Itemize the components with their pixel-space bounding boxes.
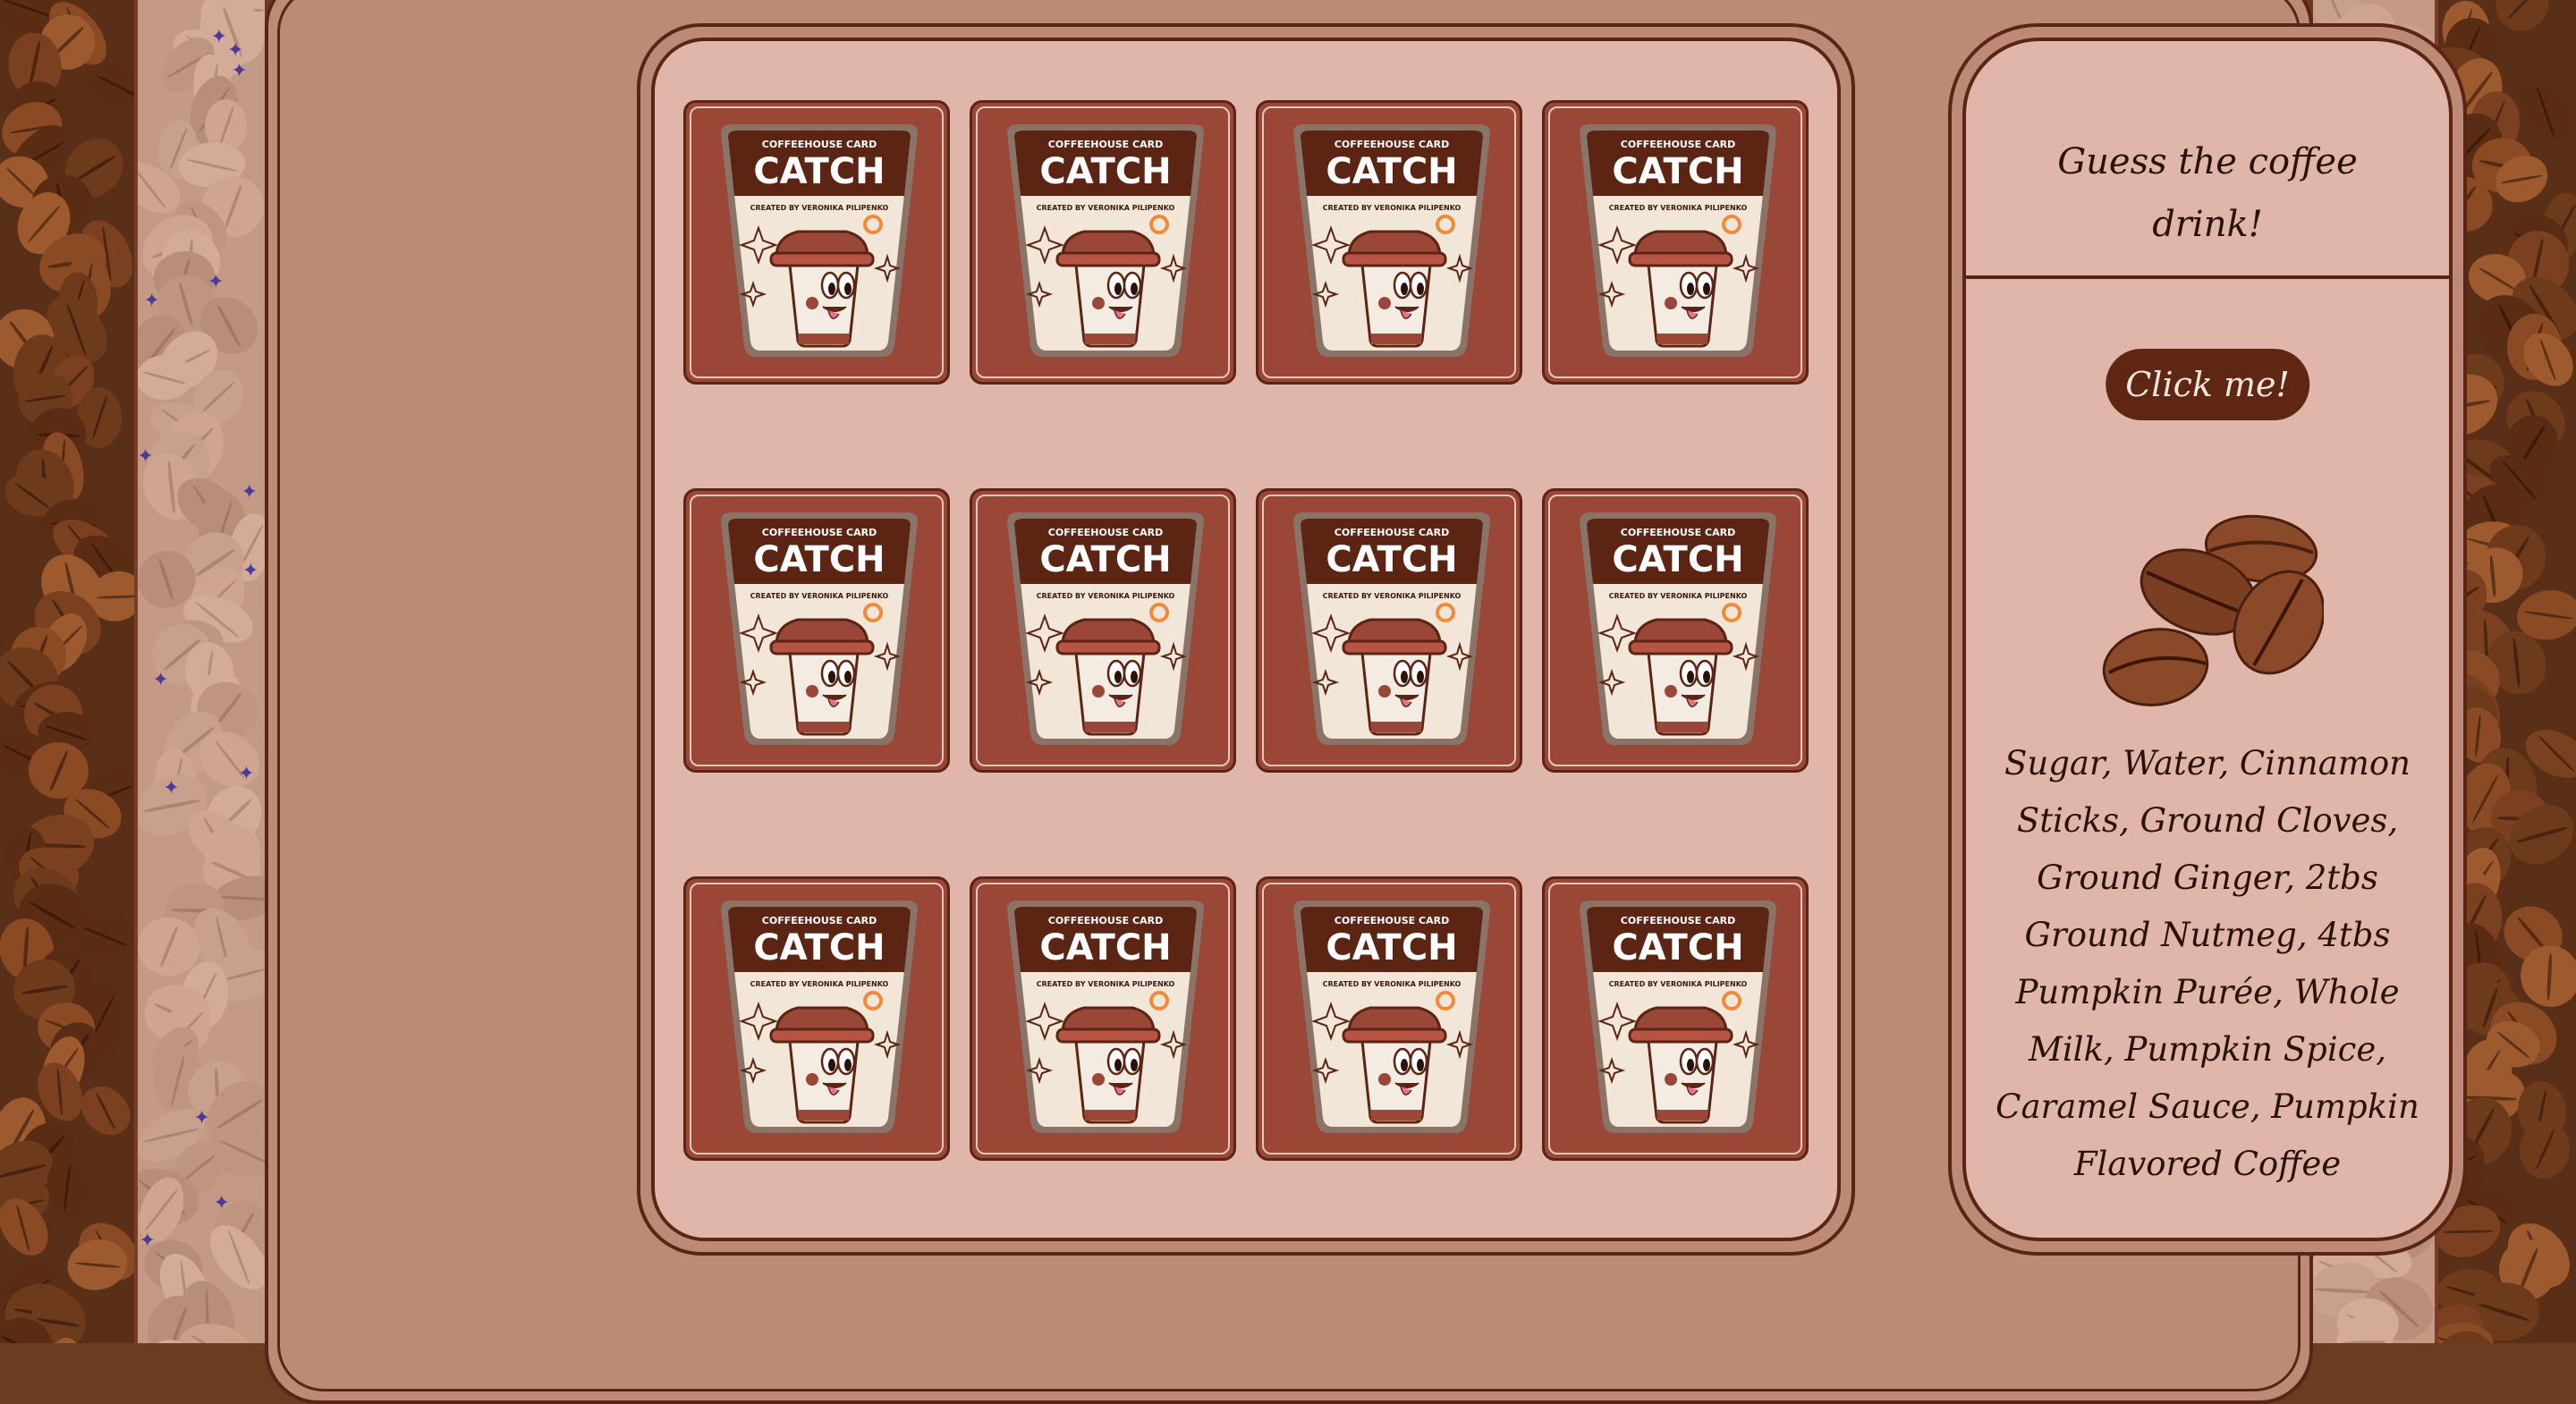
card-title: CATCH <box>1039 539 1171 580</box>
coffee-cup-mascot-icon: COFFEEHOUSE CARD CATCH CREATED BY VERONI… <box>1293 124 1490 357</box>
card-top-line: COFFEEHOUSE CARD <box>1048 139 1163 150</box>
coffee-bean-decoration <box>2486 0 2558 41</box>
coffee-bean-decoration <box>71 1076 136 1146</box>
sparkle-icon: ✦ <box>143 290 160 313</box>
card-credit: CREATED BY VERONIKA PILIPENKO <box>1037 980 1175 988</box>
card-credit: CREATED BY VERONIKA PILIPENKO <box>1323 980 1462 988</box>
memory-card[interactable]: COFFEEHOUSE CARD CATCH CREATED BY VERONI… <box>683 100 950 385</box>
coffee-cup-mascot-icon: COFFEEHOUSE CARD CATCH CREATED BY VERONI… <box>1580 124 1776 357</box>
coffee-bean-decoration <box>83 59 136 112</box>
coffee-beans-icon <box>2102 514 2324 706</box>
memory-card[interactable]: COFFEEHOUSE CARD CATCH CREATED BY VERONI… <box>970 876 1236 1161</box>
card-title: CATCH <box>1612 927 1743 968</box>
sparkle-icon: ✦ <box>210 26 227 49</box>
card-credit: CREATED BY VERONIKA PILIPENKO <box>750 592 889 600</box>
click-me-button[interactable]: Click me! <box>2106 349 2309 420</box>
card-title: CATCH <box>1039 927 1171 968</box>
card-top-line: COFFEEHOUSE CARD <box>1621 915 1735 926</box>
card-credit: CREATED BY VERONIKA PILIPENKO <box>1609 592 1748 600</box>
coffee-cup-mascot-icon: COFFEEHOUSE CARD CATCH CREATED BY VERONI… <box>1293 901 1490 1133</box>
coffee-beans-background-left-faded: ✦ ✦ ✦ ✦ ✦ ✦ ✦ ✦ ✦ ✦ ✦ ✦ ✦ ✦ <box>136 0 265 1343</box>
coffee-cup-mascot-icon: COFFEEHOUSE CARD CATCH CREATED BY VERONI… <box>721 901 918 1133</box>
card-title: CATCH <box>1326 539 1457 580</box>
sparkle-icon: ✦ <box>208 271 225 294</box>
sparkle-icon: ✦ <box>139 1229 157 1252</box>
memory-card[interactable]: COFFEEHOUSE CARD CATCH CREATED BY VERONI… <box>683 876 950 1161</box>
coffee-cup-mascot-icon: COFFEEHOUSE CARD CATCH CREATED BY VERONI… <box>1007 124 1204 357</box>
memory-card[interactable]: COFFEEHOUSE CARD CATCH CREATED BY VERONI… <box>970 488 1236 773</box>
sparkle-icon: ✦ <box>226 38 244 62</box>
card-title: CATCH <box>1326 927 1457 968</box>
sparkle-icon: ✦ <box>231 60 248 83</box>
card-top-line: COFFEEHOUSE CARD <box>762 139 877 150</box>
divider <box>1966 275 2449 279</box>
coffee-cup-mascot-icon: COFFEEHOUSE CARD CATCH CREATED BY VERONI… <box>1580 512 1776 745</box>
sparkle-icon: ✦ <box>213 1192 230 1215</box>
card-credit: CREATED BY VERONIKA PILIPENKO <box>750 204 889 212</box>
memory-card[interactable]: COFFEEHOUSE CARD CATCH CREATED BY VERONI… <box>1542 488 1809 773</box>
sparkle-icon: ✦ <box>163 777 180 800</box>
card-title: CATCH <box>1612 151 1743 192</box>
memory-card[interactable]: COFFEEHOUSE CARD CATCH CREATED BY VERONI… <box>1256 876 1522 1161</box>
card-board: COFFEEHOUSE CARD CATCH CREATED BY VERONI… <box>637 23 1855 1256</box>
card-credit: CREATED BY VERONIKA PILIPENKO <box>1037 204 1175 212</box>
card-top-line: COFFEEHOUSE CARD <box>1335 915 1449 926</box>
coffee-beans-background-left <box>0 0 136 1343</box>
card-credit: CREATED BY VERONIKA PILIPENKO <box>750 980 889 988</box>
coffee-cup-mascot-icon: COFFEEHOUSE CARD CATCH CREATED BY VERONI… <box>1293 512 1490 745</box>
card-credit: CREATED BY VERONIKA PILIPENKO <box>1323 592 1462 600</box>
ingredients-clue: Sugar, Water, Cinnamon Sticks, Ground Cl… <box>1996 744 2419 1183</box>
sparkle-icon: ✦ <box>193 1107 210 1130</box>
card-title: CATCH <box>753 927 885 968</box>
card-credit: CREATED BY VERONIKA PILIPENKO <box>1323 204 1462 212</box>
coffee-cup-mascot-icon: COFFEEHOUSE CARD CATCH CREATED BY VERONI… <box>1580 901 1776 1133</box>
sparkle-icon: ✦ <box>242 559 259 582</box>
memory-card[interactable]: COFFEEHOUSE CARD CATCH CREATED BY VERONI… <box>1542 876 1809 1161</box>
memory-card[interactable]: COFFEEHOUSE CARD CATCH CREATED BY VERONI… <box>1256 100 1522 385</box>
sparkle-icon: ✦ <box>137 445 154 469</box>
card-top-line: COFFEEHOUSE CARD <box>1621 527 1735 538</box>
card-top-line: COFFEEHOUSE CARD <box>1621 139 1735 150</box>
sparkle-icon: ✦ <box>238 762 255 785</box>
memory-card[interactable]: COFFEEHOUSE CARD CATCH CREATED BY VERONI… <box>1542 100 1809 385</box>
memory-card[interactable]: COFFEEHOUSE CARD CATCH CREATED BY VERONI… <box>1256 488 1522 773</box>
card-top-line: COFFEEHOUSE CARD <box>1335 527 1449 538</box>
card-title: CATCH <box>753 151 885 192</box>
game-frame: COFFEEHOUSE CARD CATCH CREATED BY VERONI… <box>265 0 2467 1404</box>
card-title: CATCH <box>1039 151 1171 192</box>
memory-card[interactable]: COFFEEHOUSE CARD CATCH CREATED BY VERONI… <box>683 488 950 773</box>
card-credit: CREATED BY VERONIKA PILIPENKO <box>1037 592 1175 600</box>
coffee-cup-mascot-icon: COFFEEHOUSE CARD CATCH CREATED BY VERONI… <box>721 124 918 357</box>
card-top-line: COFFEEHOUSE CARD <box>1335 139 1449 150</box>
coffee-cup-mascot-icon: COFFEEHOUSE CARD CATCH CREATED BY VERONI… <box>1007 512 1204 745</box>
card-title: CATCH <box>1612 539 1743 580</box>
sparkle-icon: ✦ <box>152 668 169 691</box>
card-credit: CREATED BY VERONIKA PILIPENKO <box>1609 204 1748 212</box>
hint-panel: Guess the coffee drink! Click me! Sugar,… <box>1948 23 2467 1256</box>
card-top-line: COFFEEHOUSE CARD <box>762 915 877 926</box>
coffee-cup-mascot-icon: COFFEEHOUSE CARD CATCH CREATED BY VERONI… <box>1007 901 1204 1133</box>
card-grid: COFFEEHOUSE CARD CATCH CREATED BY VERONI… <box>651 38 1841 1241</box>
hint-panel-inner: Guess the coffee drink! Click me! Sugar,… <box>1962 38 2453 1241</box>
divider <box>134 0 138 1343</box>
coffee-cup-mascot-icon: COFFEEHOUSE CARD CATCH CREATED BY VERONI… <box>721 512 918 745</box>
card-credit: CREATED BY VERONIKA PILIPENKO <box>1609 980 1748 988</box>
card-title: CATCH <box>1326 151 1457 192</box>
card-top-line: COFFEEHOUSE CARD <box>1048 527 1163 538</box>
card-title: CATCH <box>753 539 885 580</box>
card-top-line: COFFEEHOUSE CARD <box>762 527 877 538</box>
memory-card[interactable]: COFFEEHOUSE CARD CATCH CREATED BY VERONI… <box>970 100 1236 385</box>
hint-title: Guess the coffee drink! <box>2057 141 2358 245</box>
sparkle-icon: ✦ <box>241 480 258 503</box>
card-top-line: COFFEEHOUSE CARD <box>1048 915 1163 926</box>
